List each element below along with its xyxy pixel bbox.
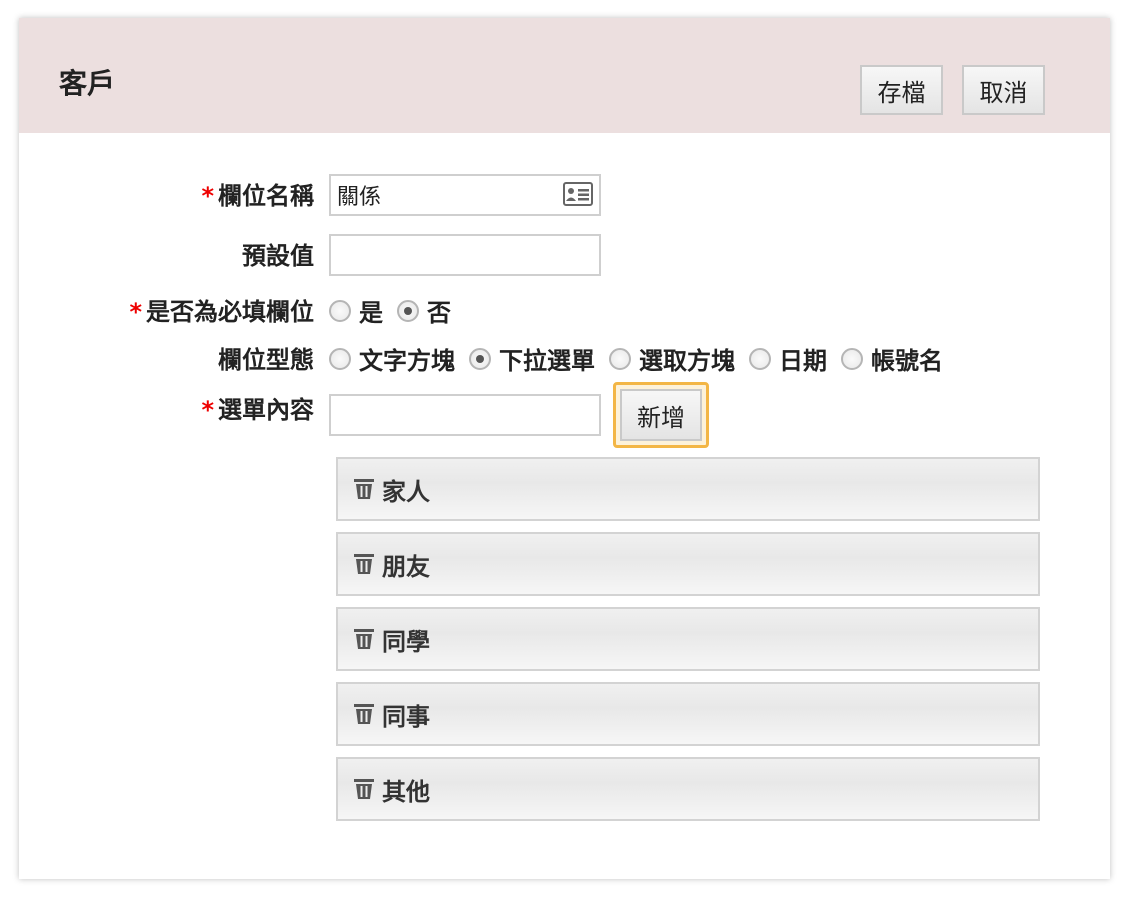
default-value-input[interactable] [329,234,601,276]
list-item: 其他 [336,757,1040,821]
trash-icon[interactable] [352,627,376,651]
required-marker: * [201,396,214,424]
radio-button-checked[interactable] [397,299,419,322]
list-item-label: 其他 [382,777,430,806]
dialog-title: 客戶 [59,67,116,100]
list-item: 朋友 [336,532,1040,596]
list-item-label: 家人 [382,477,430,506]
required-field-label: * 是否為必填欄位 [129,298,314,326]
radio-button[interactable] [841,347,863,370]
field-type-label: 欄位型態 [218,346,314,374]
save-button[interactable]: 存檔 [860,65,943,115]
radio-button[interactable] [749,347,771,370]
required-marker: * [129,298,142,326]
field-type-radio-group: 文字方塊 下拉選單 選取方塊 日期 帳號名 [329,341,957,376]
add-button-focus-ring: 新增 [613,382,709,448]
cancel-button[interactable]: 取消 [962,65,1045,115]
list-item-label: 同事 [382,702,430,731]
trash-icon[interactable] [352,777,376,801]
required-option-yes[interactable]: 是 [329,293,383,328]
required-marker: * [201,182,214,210]
trash-icon[interactable] [352,702,376,726]
field-name-input[interactable] [329,174,601,216]
list-item-label: 同學 [382,627,430,656]
list-item-label: 朋友 [382,552,430,581]
radio-button[interactable] [609,347,631,370]
menu-content-label: * 選單內容 [201,396,314,424]
type-option-checkbox[interactable]: 選取方塊 [609,341,735,376]
radio-button[interactable] [329,347,351,370]
dialog-header: 客戶 存檔 取消 [19,18,1110,133]
list-item: 同學 [336,607,1040,671]
field-name-label: * 欄位名稱 [201,182,314,210]
list-item: 家人 [336,457,1040,521]
default-value-label: 預設值 [242,242,314,270]
required-radio-group: 是 否 [329,293,465,328]
required-option-no[interactable]: 否 [397,293,451,328]
contact-card-icon[interactable] [563,182,593,206]
type-option-date[interactable]: 日期 [749,341,827,376]
add-button[interactable]: 新增 [620,389,702,441]
menu-item-input[interactable] [329,394,601,436]
type-option-account-name[interactable]: 帳號名 [841,341,943,376]
radio-button-checked[interactable] [469,347,491,370]
trash-icon[interactable] [352,552,376,576]
trash-icon[interactable] [352,477,376,501]
type-option-dropdown[interactable]: 下拉選單 [469,341,595,376]
custom-field-dialog: 客戶 存檔 取消 *欄位名稱 預設值 *是否為必填欄位 是 否 欄位型態 [19,18,1110,879]
radio-button[interactable] [329,299,351,322]
type-option-textbox[interactable]: 文字方塊 [329,341,455,376]
list-item: 同事 [336,682,1040,746]
